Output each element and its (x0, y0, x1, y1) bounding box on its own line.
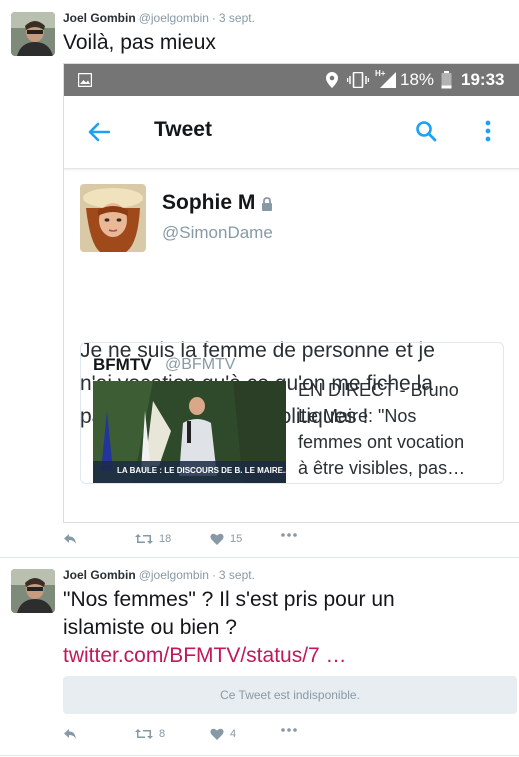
retweet-icon (135, 729, 153, 739)
quoted-text-line-1: EN DIRECT - Bruno (298, 380, 459, 400)
quoted-text: EN DIRECT - Bruno Le Maire: "Nos femmes … (298, 377, 465, 481)
attached-screenshot[interactable]: H+ 18% 19:33 Tweet Sophie M @SimonDame J… (63, 63, 519, 523)
tweet-text: Voilà, pas mieux (63, 31, 216, 54)
heart-icon (210, 533, 224, 545)
separator: · (211, 568, 216, 582)
tweet-link[interactable]: twitter.com/BFMTV/status/7 … (63, 642, 395, 670)
quoted-name: BFMTV (93, 355, 152, 374)
avatar[interactable] (11, 569, 55, 613)
signal-icon (380, 72, 396, 88)
reply-icon (64, 729, 76, 739)
quoted-text-line-2: Le Maire: "Nos (298, 406, 417, 426)
retweet-count: 8 (159, 728, 166, 740)
tweet-header: Joel Gombin @joelgombin · 3 sept. (63, 568, 255, 582)
retweet-button[interactable]: 8 (135, 728, 165, 740)
tweet-date[interactable]: 3 sept. (219, 11, 255, 25)
reply-icon (64, 534, 76, 544)
appbar-title: Tweet (154, 118, 212, 141)
search-icon[interactable] (415, 120, 437, 142)
heart-icon (210, 728, 224, 740)
unavailable-tweet-card: Ce Tweet est indisponible. (63, 676, 517, 714)
separator: · (211, 11, 216, 25)
inner-author-name[interactable]: Sophie M (162, 191, 255, 215)
tweet-2: Joel Gombin @joelgombin · 3 sept. "Nos femm… (0, 557, 519, 756)
tweet-text-line-2: islamiste ou bien ? (63, 616, 237, 639)
tweet-text-line-1: "Nos femmes" ? Il s'est pris pour un (63, 588, 395, 611)
quoted-handle: @BFMTV (165, 356, 236, 373)
like-button[interactable]: 4 (210, 728, 236, 740)
like-count: 4 (230, 728, 237, 740)
quoted-text-line-4: à être visibles, pas… (298, 458, 466, 478)
tweet-text: "Nos femmes" ? Il s'est pris pour un isl… (63, 586, 395, 670)
reply-button[interactable] (63, 533, 77, 545)
author-handle[interactable]: @joelgombin (139, 11, 209, 25)
vibrate-icon (347, 72, 369, 88)
author-handle[interactable]: @joelgombin (139, 568, 209, 582)
more-dots-icon (281, 728, 297, 732)
more-button[interactable] (281, 533, 297, 537)
more-button[interactable] (281, 728, 297, 732)
tweet-header: Joel Gombin @joelgombin · 3 sept. (63, 11, 255, 25)
battery-percent: 18% (400, 70, 435, 89)
like-count: 15 (230, 533, 243, 545)
android-status-bar: H+ 18% 19:33 (64, 64, 519, 96)
like-button[interactable]: 15 (210, 533, 242, 545)
author-name[interactable]: Joel Gombin (63, 568, 136, 582)
quoted-text-line-3: femmes ont vocation (298, 432, 465, 452)
avatar[interactable] (11, 12, 55, 56)
tweet-date[interactable]: 3 sept. (219, 568, 255, 582)
author-name[interactable]: Joel Gombin (63, 11, 136, 25)
quoted-tweet[interactable]: BFMTV @BFMTV LA BAULE : LE DISCOURS DE B… (80, 342, 504, 484)
back-arrow-icon[interactable] (88, 122, 110, 142)
gallery-icon (78, 73, 92, 87)
retweet-button[interactable]: 18 (135, 533, 171, 545)
reply-button[interactable] (63, 728, 77, 740)
location-icon (326, 72, 338, 88)
retweet-count: 18 (159, 533, 172, 545)
quoted-image-caption: LA BAULE : LE DISCOURS DE B. LE MAIRE... (117, 466, 286, 475)
lock-icon (262, 197, 272, 211)
quoted-image: LA BAULE : LE DISCOURS DE B. LE MAIRE... (93, 381, 286, 483)
status-time: 19:33 (461, 70, 505, 89)
more-dots-icon (281, 533, 297, 537)
more-options-icon[interactable] (485, 120, 491, 142)
app-bar: Tweet (64, 96, 519, 169)
retweet-icon (135, 534, 153, 544)
tweet-1: Joel Gombin @joelgombin · 3 sept. Voilà, pa… (0, 0, 519, 558)
battery-icon (441, 71, 452, 89)
